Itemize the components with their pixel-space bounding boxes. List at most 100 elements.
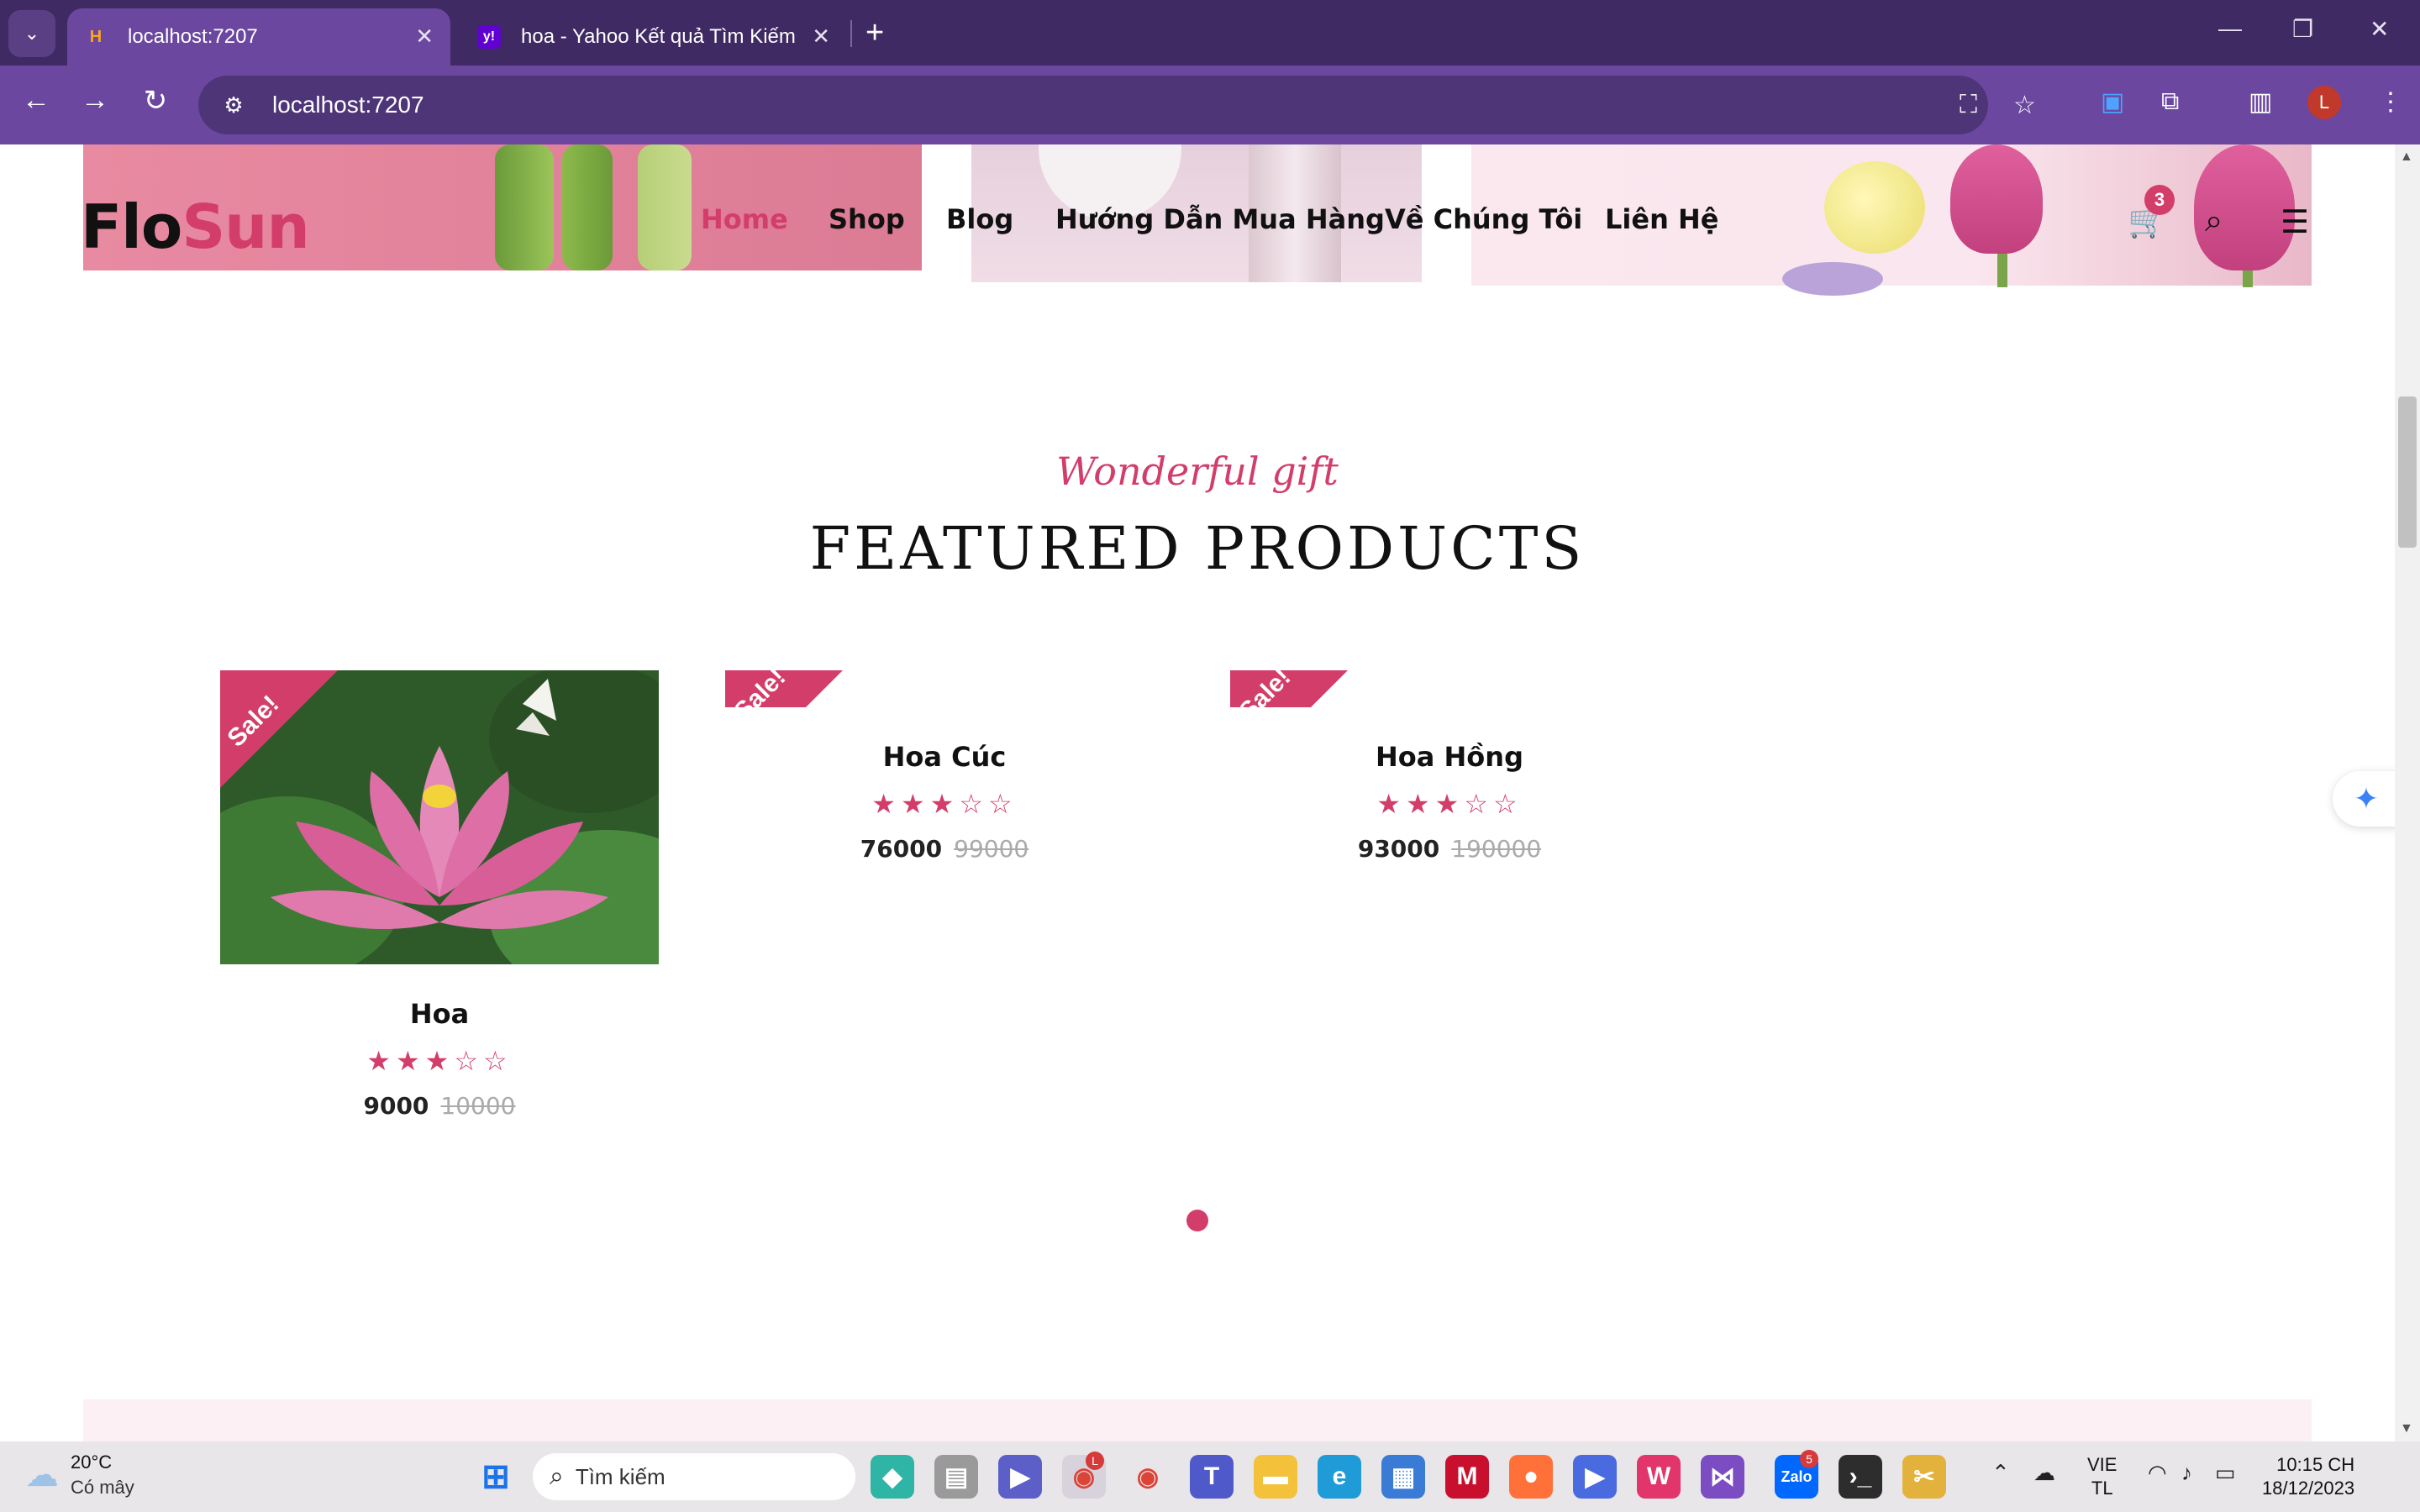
reload-icon[interactable]: ↻ [134, 84, 176, 118]
zalo-badge: 5 [1800, 1450, 1818, 1468]
mcafee-icon[interactable]: M [1445, 1455, 1489, 1499]
macaron-shape [1782, 262, 1883, 296]
translate-icon[interactable]: ⛶ [1960, 91, 1977, 119]
scroll-up-icon[interactable]: ▲ [2400, 150, 2413, 165]
site-logo[interactable]: FloSun [81, 192, 310, 262]
edge-icon[interactable]: e [1318, 1455, 1361, 1499]
product-name[interactable]: Hoa [220, 998, 659, 1030]
language-indicator[interactable]: VIE TL [2087, 1453, 2117, 1500]
task-view-icon[interactable]: ▤ [934, 1455, 978, 1499]
minimize-icon[interactable]: — [2218, 15, 2242, 42]
tab-title: hoa - Yahoo Kết quả Tìm Kiếm Hìn [521, 25, 798, 48]
web-page: FloSun Home Shop Blog Hướng Dẫn Mua Hàng… [0, 144, 2395, 1441]
hamburger-menu-icon[interactable]: ☰ [2281, 203, 2309, 241]
section-subtitle: Wonderful gift [1056, 449, 1339, 494]
product-image[interactable]: Sale! [1230, 670, 1669, 707]
search-icon[interactable]: ⌕ [2205, 203, 2223, 239]
tab-localhost[interactable]: H localhost:7207 ✕ [67, 8, 450, 66]
floating-assistant-icon[interactable]: ✦ [2333, 771, 2395, 827]
carousel-dot[interactable] [1186, 1210, 1208, 1231]
tulip-shape [1950, 144, 2043, 254]
sale-ribbon: Sale! [1230, 670, 1348, 707]
product-card[interactable]: Sale! Hoa Cúc ★★★☆☆ 76000 99000 [725, 670, 1164, 863]
tray-overflow-icon[interactable]: ⌃ [1991, 1460, 2010, 1486]
onedrive-icon[interactable]: ☁ [2033, 1460, 2055, 1486]
product-image[interactable]: Sale! [220, 670, 659, 964]
terminal-icon[interactable]: ›_ [1839, 1455, 1882, 1499]
tab-yahoo[interactable]: y! hoa - Yahoo Kết quả Tìm Kiếm Hìn ✕ [460, 8, 847, 66]
chevron-down-icon: ⌄ [24, 23, 40, 44]
product-image[interactable]: Sale! [725, 670, 1164, 707]
nav-about-us[interactable]: Về Chúng Tôi [1385, 203, 1582, 235]
menu-kebab-icon[interactable]: ⋮ [2378, 87, 2403, 117]
product-card[interactable]: Sale! Hoa ★★★☆☆ 9000 10000 [220, 670, 659, 1120]
nav-blog[interactable]: Blog [946, 203, 1013, 235]
address-text[interactable]: localhost:7207 [272, 92, 424, 118]
store-icon[interactable]: ▦ [1381, 1455, 1425, 1499]
close-window-icon[interactable]: ✕ [2370, 15, 2389, 43]
teams-icon[interactable]: T [1190, 1455, 1234, 1499]
stem-shape [562, 144, 613, 270]
chrome-icon[interactable]: ◉ [1126, 1455, 1170, 1499]
extension-drop-icon[interactable]: ▣ [2101, 87, 2124, 117]
product-rating: ★★★☆☆ [1230, 788, 1669, 820]
product-price: 76000 99000 [725, 835, 1164, 863]
tab-search-button[interactable]: ⌄ [8, 10, 55, 57]
side-panel-icon[interactable]: ▥ [2249, 87, 2272, 117]
product-card[interactable]: Sale! Hoa Hồng ★★★☆☆ 93000 190000 [1230, 670, 1669, 863]
page-scrollbar[interactable]: ▲ ▼ [2395, 144, 2420, 1441]
close-tab-icon[interactable]: ✕ [415, 24, 434, 50]
cloud-icon: ☁ [25, 1457, 59, 1494]
app-icon[interactable]: ▶ [1573, 1455, 1617, 1499]
battery-icon[interactable]: ▭ [2215, 1460, 2236, 1486]
profile-avatar[interactable]: L [2307, 86, 2341, 119]
macaron-shape [1824, 161, 1925, 254]
nav-home[interactable]: Home [701, 203, 788, 235]
stem-shape [495, 144, 554, 270]
star-empty-icon: ☆☆ [959, 789, 1018, 819]
copilot-icon[interactable]: ◆ [871, 1455, 914, 1499]
scroll-down-icon[interactable]: ▼ [2400, 1421, 2413, 1436]
star-empty-icon: ☆☆ [454, 1046, 513, 1076]
firefox-icon[interactable]: ● [1509, 1455, 1553, 1499]
forward-icon[interactable]: → [74, 84, 116, 117]
search-icon: ⌕ [550, 1462, 564, 1490]
extensions-puzzle-icon[interactable]: ⧉ [2161, 87, 2179, 116]
visual-studio-icon[interactable]: ⋈ [1701, 1455, 1744, 1499]
close-tab-icon[interactable]: ✕ [812, 24, 830, 50]
yahoo-favicon-icon: y! [477, 25, 501, 49]
site-settings-icon[interactable]: ⚙ [218, 90, 249, 120]
address-bar[interactable]: ⚙ localhost:7207 ⛶ ☆ [198, 76, 2036, 134]
wifi-icon[interactable]: ◠ [2148, 1460, 2167, 1486]
original-price: 99000 [954, 835, 1029, 863]
product-price: 93000 190000 [1230, 835, 1669, 863]
chrome-badge: L [1086, 1452, 1104, 1470]
nav-buying-guide[interactable]: Hướng Dẫn Mua Hàng [1055, 203, 1385, 235]
weather-widget[interactable]: ☁ 20°C Có mây [25, 1452, 134, 1499]
bookmark-star-icon[interactable]: ☆ [2013, 91, 2036, 120]
windows-start-icon[interactable]: ⊞ [474, 1455, 518, 1499]
logo-text-sun: Sun [182, 192, 309, 262]
cart-count-badge: 3 [2144, 185, 2175, 215]
meet-icon[interactable]: ▶ [998, 1455, 1042, 1499]
new-tab-button[interactable]: + [865, 15, 884, 51]
taskbar-search[interactable]: ⌕ Tìm kiếm [533, 1453, 855, 1500]
nav-contact[interactable]: Liên Hệ [1605, 203, 1718, 235]
file-explorer-icon[interactable]: ▬ [1254, 1455, 1297, 1499]
product-name[interactable]: Hoa Hồng [1230, 741, 1669, 773]
tab-title: localhost:7207 [128, 25, 258, 48]
clock[interactable]: 10:15 CH 18/12/2023 [2262, 1453, 2354, 1500]
clock-date: 18/12/2023 [2262, 1478, 2355, 1499]
stem-shape [1997, 254, 2007, 287]
volume-icon[interactable]: ♪ [2181, 1460, 2192, 1486]
restore-icon[interactable]: ❐ [2292, 15, 2313, 43]
header-banner-image [1471, 144, 2312, 296]
scroll-thumb[interactable] [2398, 396, 2417, 548]
nav-shop[interactable]: Shop [829, 203, 905, 235]
back-icon[interactable]: ← [15, 84, 57, 117]
stem-shape [2243, 270, 2253, 287]
product-name[interactable]: Hoa Cúc [725, 741, 1164, 773]
wps-icon[interactable]: W [1637, 1455, 1681, 1499]
sale-label: Sale! [1234, 670, 1297, 707]
snipping-tool-icon[interactable]: ✂ [1902, 1455, 1946, 1499]
